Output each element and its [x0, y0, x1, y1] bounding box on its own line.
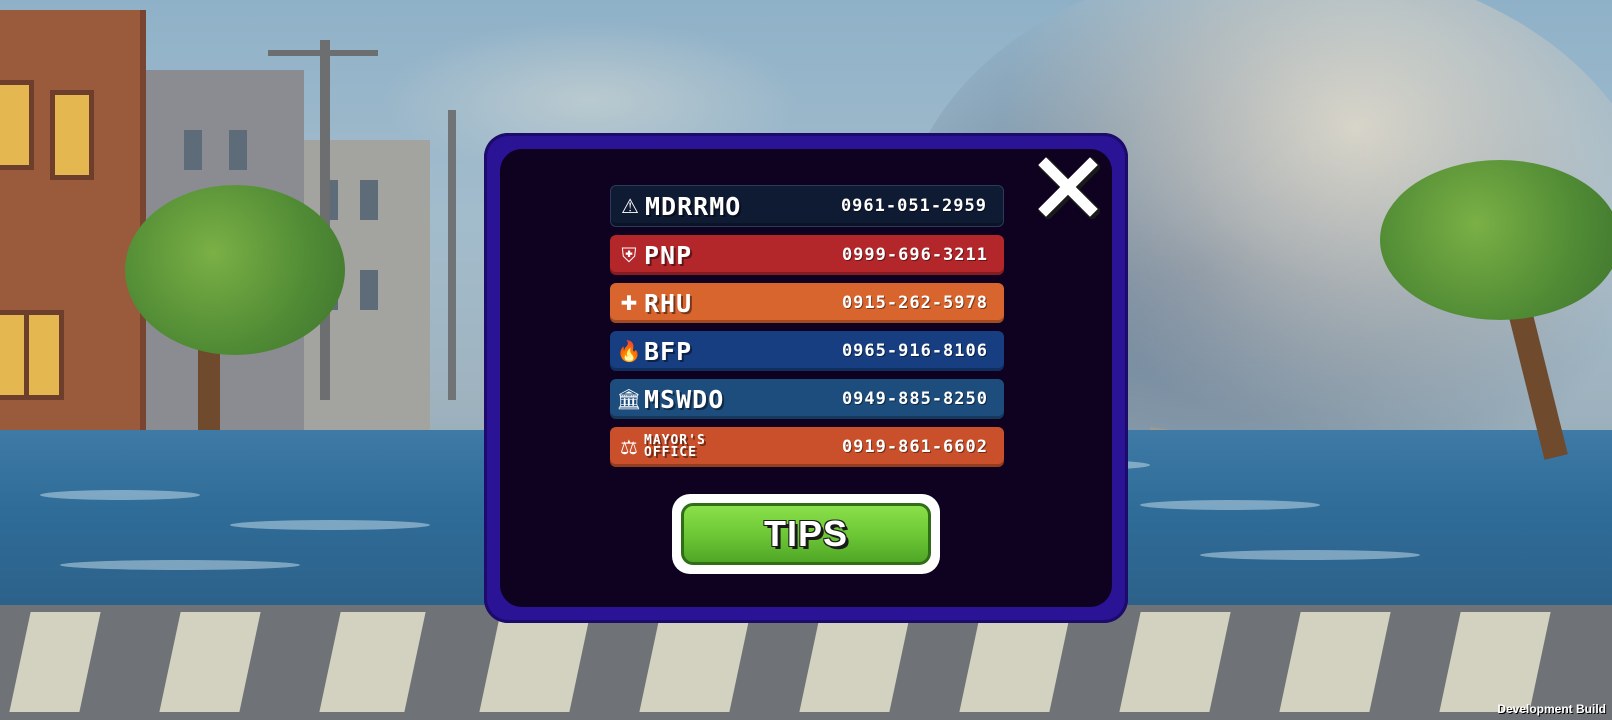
- hotline-name: BFP: [644, 336, 693, 366]
- tips-button[interactable]: TIPS: [672, 494, 940, 574]
- hotline-row-mdrrmo[interactable]: ⚠ MDRRMO 0961-051-2959: [610, 185, 1004, 227]
- hotline-row-pnp[interactable]: ⛨ PNP 0999-696-3211: [610, 235, 1004, 275]
- hotline-row-rhu[interactable]: ✚ RHU 0915-262-5978: [610, 283, 1004, 323]
- hotline-number: 0949-885-8250: [841, 389, 988, 409]
- building-near: [0, 10, 146, 480]
- close-button[interactable]: [1036, 155, 1102, 221]
- hotline-name: RHU: [644, 288, 693, 318]
- medical-cross-icon: ✚: [620, 291, 638, 315]
- hotline-name: PNP: [644, 240, 693, 270]
- gavel-icon: ⚖: [620, 435, 638, 459]
- hotline-name: MDRRMO: [645, 191, 742, 221]
- tips-label: TIPS: [763, 513, 848, 554]
- hotline-row-bfp[interactable]: 🔥 BFP 0965-916-8106: [610, 331, 1004, 371]
- tree-right: [1380, 160, 1612, 320]
- warning-icon: ⚠: [621, 194, 639, 218]
- hotline-number: 0915-262-5978: [841, 293, 988, 313]
- hotline-name: MSWDO: [644, 384, 725, 414]
- building-icon: 🏛: [616, 387, 642, 411]
- utility-pole: [448, 110, 456, 400]
- hotline-row-mswdo[interactable]: 🏛 MSWDO 0949-885-8250: [610, 379, 1004, 419]
- development-build-label: Development Build: [1497, 702, 1606, 716]
- hotline-number: 0919-861-6602: [841, 437, 988, 457]
- close-icon: [1038, 157, 1102, 221]
- hotline-row-mayor-s-office[interactable]: ⚖ MAYOR'S OFFICE 0919-861-6602: [610, 427, 1004, 467]
- hotline-number: 0999-696-3211: [841, 245, 988, 265]
- hotline-name: MAYOR'S OFFICE: [644, 433, 706, 460]
- hotline-list: ⚠ MDRRMO 0961-051-2959 ⛨ PNP 0999-696-3211 ✚ RH…: [610, 185, 1004, 475]
- hotline-number: 0961-051-2959: [840, 196, 987, 216]
- fire-icon: 🔥: [616, 339, 642, 363]
- tree-left: [125, 185, 345, 355]
- police-badge-icon: ⛨: [621, 243, 637, 267]
- hotline-number: 0965-916-8106: [841, 341, 988, 361]
